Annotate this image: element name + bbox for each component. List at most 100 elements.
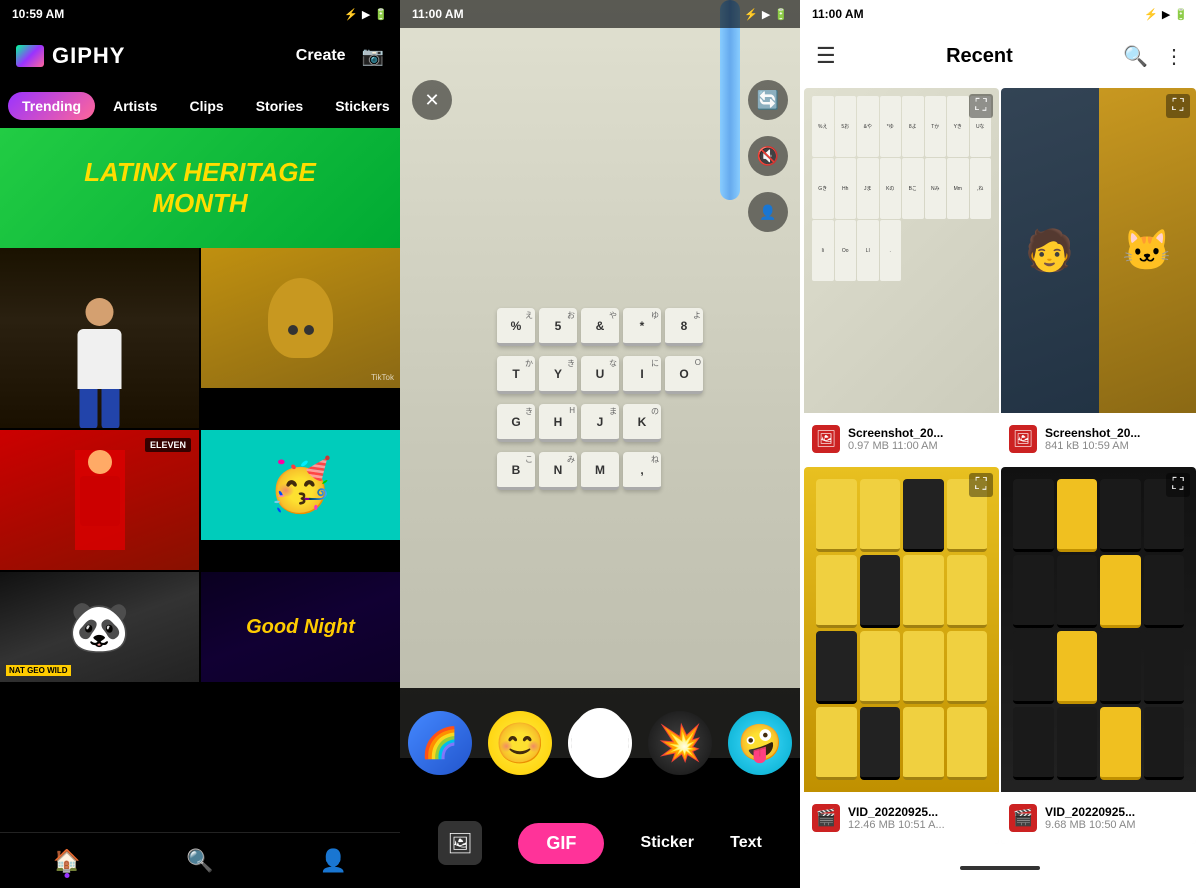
more-icon[interactable]: ⋮ <box>1164 44 1184 69</box>
sticker-label: Sticker <box>641 834 694 851</box>
files-bt-icon: ⚡ <box>1144 8 1158 21</box>
close-button[interactable]: ✕ <box>412 80 452 120</box>
flip-camera-button[interactable]: 🔄 <box>748 80 788 120</box>
camera-mode-bar: 🖼 GIF Sticker Text <box>400 813 800 873</box>
giphy-status-time: 10:59 AM <box>12 7 64 21</box>
expand-button-2[interactable]: ⛶ <box>969 473 993 497</box>
sticker-row: 🌈 😊 💥 🤪 <box>408 703 792 783</box>
nav-item-trending[interactable]: Trending <box>8 92 95 120</box>
smiley-sticker-icon: 😊 <box>495 720 545 767</box>
camera-icon[interactable]: 📷 <box>362 46 384 67</box>
nav-item-stories[interactable]: Stories <box>242 92 317 120</box>
timer-button[interactable]: 👤 <box>748 192 788 232</box>
bottom-nav-search[interactable]: 🔍 <box>186 848 213 874</box>
nav-item-stickers[interactable]: Stickers <box>321 92 400 120</box>
gallery-button[interactable]: 🖼 <box>438 821 482 865</box>
expand-button-3[interactable]: ⛶ <box>1166 473 1190 497</box>
camera-bottom: 🌈 😊 💥 🤪 🖼 GIF Sticker <box>400 688 800 888</box>
sticker-smiley[interactable]: 😊 <box>488 711 552 775</box>
text-mode-button[interactable]: Text <box>730 834 762 852</box>
battery-icon: 🔋 <box>374 8 388 21</box>
files-battery-icon: 🔋 <box>1174 8 1188 21</box>
gif-cell-goodnight[interactable]: Good Night <box>201 572 400 682</box>
gif-mode-button[interactable]: GIF <box>518 823 604 864</box>
gif-cell-dance[interactable] <box>0 248 199 428</box>
cable-decoration <box>720 0 740 200</box>
sticker-blue[interactable]: 🌈 <box>408 711 472 775</box>
files-status-icons: ⚡ ▶ 🔋 <box>1144 8 1188 21</box>
gallery-icon: 🖼 <box>447 831 472 856</box>
file-card-3[interactable]: ⛶ 🎬 VID_20220925... 9.68 MB 10:50 AM <box>1001 467 1196 844</box>
file-meta-2: 12.46 MB 10:51 A... <box>848 819 991 831</box>
giphy-header-actions: Create 📷 <box>296 46 384 67</box>
file-meta-3: 9.68 MB 10:50 AM <box>1045 819 1188 831</box>
file-info-0: 🖼 Screenshot_20... 0.97 MB 11:00 AM <box>804 413 999 465</box>
capture-button[interactable] <box>571 708 629 778</box>
file-thumb-1: 🧑 🐱 ⛶ <box>1001 88 1196 413</box>
timer-icon: 👤 <box>759 204 776 221</box>
dark-keyboard-thumb <box>1001 467 1196 792</box>
mute-button[interactable]: 🔇 <box>748 136 788 176</box>
rainbow-sticker-icon: 🌈 <box>421 726 458 761</box>
bottom-nav-home[interactable]: 🏠 <box>53 848 80 874</box>
gif-cell-soccer[interactable]: ELEVEN <box>0 430 199 570</box>
file-name-3: VID_20220925... <box>1045 805 1188 819</box>
files-panel: 11:00 AM ⚡ ▶ 🔋 ☰ Recent 🔍 ⋮ %え 5お &や *ゆ … <box>800 0 1200 888</box>
bottom-handle <box>800 848 1200 888</box>
file-meta-1: 841 kB 10:59 AM <box>1045 440 1188 452</box>
sticker-capture[interactable] <box>568 711 632 775</box>
giphy-panel: 10:59 AM ⚡ ▶ 🔋 GIPHY Create 📷 Trending A… <box>0 0 400 888</box>
files-grid: %え 5お &や *ゆ 8よ Tか Yき Uな Gき Hh Jま Kの Bこ N… <box>800 84 1200 848</box>
file-card-1[interactable]: 🧑 🐱 ⛶ 🖼 Screenshot_20... 841 kB 10:59 AM <box>1001 88 1196 465</box>
handle-bar <box>960 866 1040 870</box>
gif-cell-cat[interactable]: TikTok <box>201 248 400 388</box>
active-dot <box>64 873 69 878</box>
search-icon[interactable]: 🔍 <box>1123 44 1148 69</box>
latinx-banner-text: LATINX HERITAGE MONTH <box>84 157 316 219</box>
sticker-burst[interactable]: 💥 <box>648 711 712 775</box>
file-card-0[interactable]: %え 5お &や *ゆ 8よ Tか Yき Uな Gき Hh Jま Kの Bこ N… <box>804 88 999 465</box>
giphy-bottom-nav: 🏠 🔍 👤 <box>0 832 400 888</box>
camera-status-icons: ⚡ ▶ 🔋 <box>744 8 788 21</box>
giphy-status-bar: 10:59 AM ⚡ ▶ 🔋 <box>0 0 400 28</box>
camera-panel: 11:00 AM ⚡ ▶ 🔋 え% お5 や& ゆ* よ8 かT <box>400 0 800 888</box>
bottom-nav-profile[interactable]: 👤 <box>320 848 347 874</box>
file-icon-1: 🖼 <box>1009 425 1037 453</box>
yellow-keyboard-thumb <box>804 467 999 792</box>
keyboard-thumb-1: %え 5お &や *ゆ 8よ Tか Yき Uな Gき Hh Jま Kの Bこ N… <box>804 88 999 413</box>
gif-cell-panda[interactable]: 🐼 NAT GEO WILD <box>0 572 199 682</box>
expand-button-1[interactable]: ⛶ <box>1166 94 1190 118</box>
tiktok-badge: TikTok <box>371 373 394 382</box>
expand-button-0[interactable]: ⛶ <box>969 94 993 118</box>
files-header-actions: 🔍 ⋮ <box>1123 44 1184 69</box>
files-header: ☰ Recent 🔍 ⋮ <box>800 28 1200 84</box>
gif-cell-party[interactable]: 🥳 <box>201 430 400 540</box>
files-wifi-icon: ▶ <box>1162 8 1170 21</box>
wifi-icon: ▶ <box>362 8 370 21</box>
nav-item-clips[interactable]: Clips <box>175 92 237 120</box>
file-info-2: 🎬 VID_20220925... 12.46 MB 10:51 A... <box>804 792 999 844</box>
giphy-header: GIPHY Create 📷 <box>0 28 400 84</box>
text-label: Text <box>730 834 762 851</box>
camera-controls: 🔄 🔇 👤 <box>748 80 788 232</box>
file-name-2: VID_20220925... <box>848 805 991 819</box>
gif-label: GIF <box>546 833 576 853</box>
create-button[interactable]: Create <box>296 47 346 65</box>
nav-item-artists[interactable]: Artists <box>99 92 171 120</box>
file-thumb-3: ⛶ <box>1001 467 1196 792</box>
file-details-3: VID_20220925... 9.68 MB 10:50 AM <box>1045 805 1188 831</box>
sticker-mode-button[interactable]: Sticker <box>641 834 694 852</box>
menu-icon[interactable]: ☰ <box>816 43 836 69</box>
image-file-icon: 🖼 <box>816 429 836 449</box>
camera-bt-icon: ⚡ <box>744 8 758 21</box>
eleven-badge: ELEVEN <box>145 438 191 452</box>
giphy-status-icons: ⚡ ▶ 🔋 <box>344 8 388 21</box>
file-card-2[interactable]: ⛶ 🎬 VID_20220925... 12.46 MB 10:51 A... <box>804 467 999 844</box>
files-status-bar: 11:00 AM ⚡ ▶ 🔋 <box>800 0 1200 28</box>
giphy-content: LATINX HERITAGE MONTH <box>0 128 400 832</box>
sticker-zany[interactable]: 🤪 <box>728 711 792 775</box>
close-icon: ✕ <box>424 90 439 111</box>
file-name-1: Screenshot_20... <box>1045 426 1188 440</box>
file-meta-0: 0.97 MB 11:00 AM <box>848 440 991 452</box>
camera-wifi-icon: ▶ <box>762 8 770 21</box>
